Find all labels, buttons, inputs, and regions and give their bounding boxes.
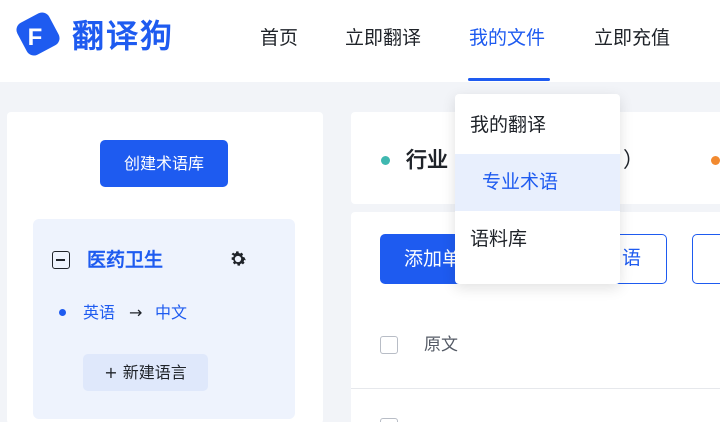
- my-files-dropdown: 我的翻译 专业术语 语料库: [455, 94, 620, 284]
- create-glossary-button[interactable]: 创建术语库: [100, 140, 228, 187]
- nav-my-files[interactable]: 我的文件: [469, 26, 545, 50]
- glossary-sidebar: 创建术语库 医药卫生 英语 → 中文 + 新建语言: [7, 112, 323, 422]
- outline-action-button-2[interactable]: [692, 234, 720, 284]
- arrow-right-icon: →: [129, 303, 143, 322]
- menu-item-corpus[interactable]: 语料库: [455, 211, 620, 268]
- minus-square-icon[interactable]: [52, 251, 70, 269]
- column-header-source: 原文: [424, 335, 458, 355]
- gear-icon[interactable]: [228, 249, 248, 269]
- active-nav-indicator: [468, 78, 550, 81]
- glossary-card[interactable]: 医药卫生 英语 → 中文 + 新建语言: [33, 219, 295, 419]
- industry-paren: ）: [623, 148, 644, 172]
- teal-status-dot: [381, 156, 390, 165]
- industry-label: 行业: [406, 148, 448, 172]
- glossary-name[interactable]: 医药卫生: [87, 247, 163, 273]
- orange-status-dot: [711, 156, 720, 165]
- menu-item-my-translations[interactable]: 我的翻译: [455, 97, 620, 154]
- f-logo-icon[interactable]: F: [8, 12, 64, 60]
- language-bullet: [59, 309, 66, 316]
- select-all-checkbox[interactable]: [380, 336, 398, 354]
- target-language[interactable]: 中文: [155, 302, 187, 324]
- row-checkbox[interactable]: [380, 418, 398, 422]
- svg-text:F: F: [28, 24, 43, 51]
- nav-translate-now[interactable]: 立即翻译: [345, 26, 421, 50]
- nav-home[interactable]: 首页: [260, 26, 298, 50]
- source-language[interactable]: 英语: [83, 302, 115, 324]
- menu-item-terminology[interactable]: 专业术语: [455, 154, 620, 211]
- new-language-button[interactable]: + 新建语言: [83, 354, 208, 391]
- nav-recharge[interactable]: 立即充值: [594, 26, 670, 50]
- brand-name[interactable]: 翻译狗: [72, 12, 174, 60]
- top-nav-bar: F 翻译狗 首页 立即翻译 我的文件 立即充值: [0, 0, 720, 82]
- table-divider: [351, 388, 720, 389]
